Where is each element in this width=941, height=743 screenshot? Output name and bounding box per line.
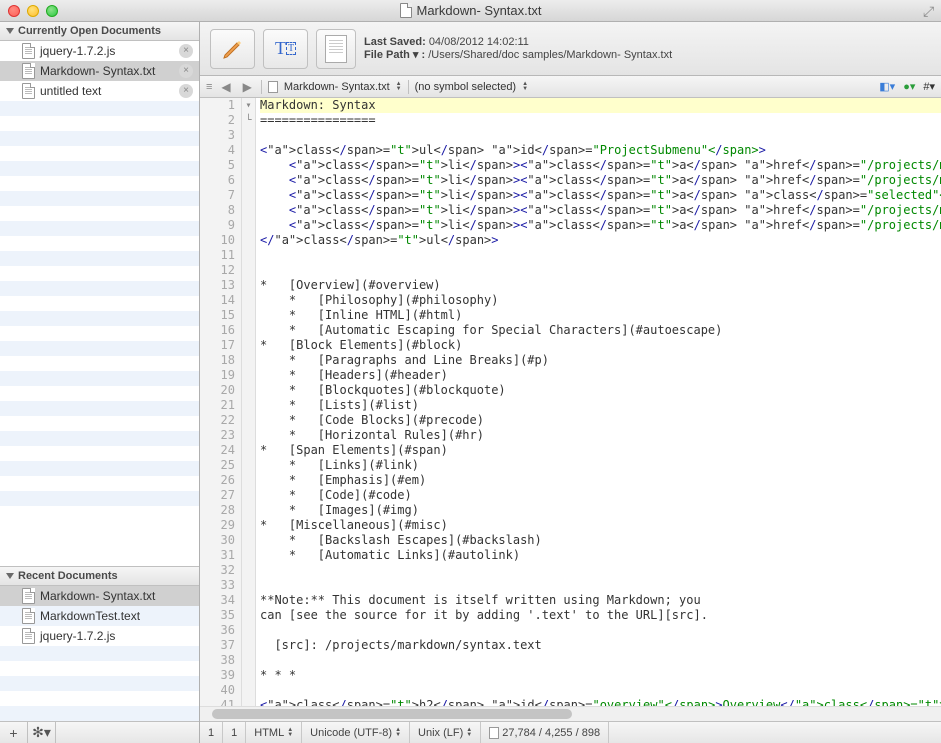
language-selector[interactable]: HTML▲▼ <box>246 722 302 743</box>
line-number-gutter[interactable]: 1234567891011121314151617181920212223242… <box>200 98 242 706</box>
document-button[interactable] <box>316 29 356 69</box>
marker-icon[interactable]: ●▾ <box>903 80 915 93</box>
cursor-column[interactable]: 1 <box>223 722 246 743</box>
edit-button[interactable] <box>210 29 255 69</box>
close-icon[interactable]: × <box>179 84 193 98</box>
settings-button[interactable]: ✻▾ <box>28 722 56 743</box>
file-name: MarkdownTest.text <box>40 609 140 623</box>
file-name: jquery-1.7.2.js <box>40 629 115 643</box>
stepper-icon[interactable]: ▲▼ <box>522 82 528 92</box>
sidebar: Currently Open Documents jquery-1.7.2.js… <box>0 22 200 743</box>
window-title: Markdown- Syntax.txt <box>417 3 542 18</box>
file-icon <box>22 588 35 604</box>
status-bar: 1 1 HTML▲▼ Unicode (UTF-8)▲▼ Unix (LF)▲▼… <box>200 721 941 743</box>
navigation-bar: ≡ ◀ ▶ Markdown- Syntax.txt ▲▼ (no symbol… <box>200 76 941 98</box>
sidebar-footer: + ✻▾ <box>0 721 199 743</box>
document-icon <box>268 81 278 93</box>
file-name: jquery-1.7.2.js <box>40 44 115 58</box>
file-icon <box>22 628 35 644</box>
add-button[interactable]: + <box>0 722 28 743</box>
cursor-line[interactable]: 1 <box>200 722 223 743</box>
chevron-down-icon <box>6 28 14 34</box>
nav-forward-button[interactable]: ▶ <box>240 80 255 94</box>
file-name: untitled text <box>40 84 101 98</box>
open-documents-list: jquery-1.7.2.js×Markdown- Syntax.txt×unt… <box>0 41 199 566</box>
document-stats: 27,784 / 4,255 / 898 <box>481 722 609 743</box>
toolbar: TT Last Saved: 04/08/2012 14:02:11 File … <box>200 22 941 76</box>
open-document-row[interactable]: untitled text × <box>0 81 199 101</box>
recent-document-row[interactable]: Markdown- Syntax.txt <box>0 586 199 606</box>
open-document-row[interactable]: Markdown- Syntax.txt × <box>0 61 199 81</box>
recent-documents-list: Markdown- Syntax.txt MarkdownTest.text jqu… <box>0 586 199 721</box>
file-info: Last Saved: 04/08/2012 14:02:11 File Pat… <box>364 36 672 61</box>
recent-documents-header[interactable]: Recent Documents <box>0 567 199 586</box>
window-titlebar: Markdown- Syntax.txt ⤢ <box>0 0 941 22</box>
editor-pane: TT Last Saved: 04/08/2012 14:02:11 File … <box>200 22 941 743</box>
menu-icon[interactable]: ≡ <box>206 81 212 93</box>
symbol-selector[interactable]: (no symbol selected) <box>415 81 517 93</box>
open-documents-header[interactable]: Currently Open Documents <box>0 22 199 41</box>
document-icon <box>489 727 499 739</box>
close-icon[interactable]: × <box>179 44 193 58</box>
text-tool-button[interactable]: TT <box>263 29 308 69</box>
recent-document-row[interactable]: jquery-1.7.2.js <box>0 626 199 646</box>
file-name: Markdown- Syntax.txt <box>40 64 155 78</box>
recent-document-row[interactable]: MarkdownTest.text <box>0 606 199 626</box>
bookmark-icon[interactable]: ◧▾ <box>879 80 895 93</box>
file-icon <box>22 63 35 79</box>
document-icon <box>400 3 412 18</box>
pencil-icon <box>221 37 245 61</box>
nav-filename[interactable]: Markdown- Syntax.txt <box>284 81 390 93</box>
encoding-selector[interactable]: Unicode (UTF-8)▲▼ <box>302 722 410 743</box>
file-icon <box>22 608 35 624</box>
code-editor[interactable]: Markdown: Syntax================ <"a">cl… <box>256 98 941 706</box>
open-document-row[interactable]: jquery-1.7.2.js × <box>0 41 199 61</box>
file-name: Markdown- Syntax.txt <box>40 589 155 603</box>
file-icon <box>22 83 35 99</box>
nav-back-button[interactable]: ◀ <box>218 80 233 94</box>
stepper-icon[interactable]: ▲▼ <box>396 82 402 92</box>
resize-icon[interactable]: ⤢ <box>923 3 937 17</box>
horizontal-scrollbar[interactable] <box>200 706 941 721</box>
file-icon <box>22 43 35 59</box>
line-ending-selector[interactable]: Unix (LF)▲▼ <box>410 722 481 743</box>
chevron-down-icon <box>6 573 14 579</box>
fold-gutter[interactable]: ▾└ <box>242 98 256 706</box>
hash-icon[interactable]: #▾ <box>923 80 935 93</box>
close-icon[interactable]: × <box>179 64 193 78</box>
